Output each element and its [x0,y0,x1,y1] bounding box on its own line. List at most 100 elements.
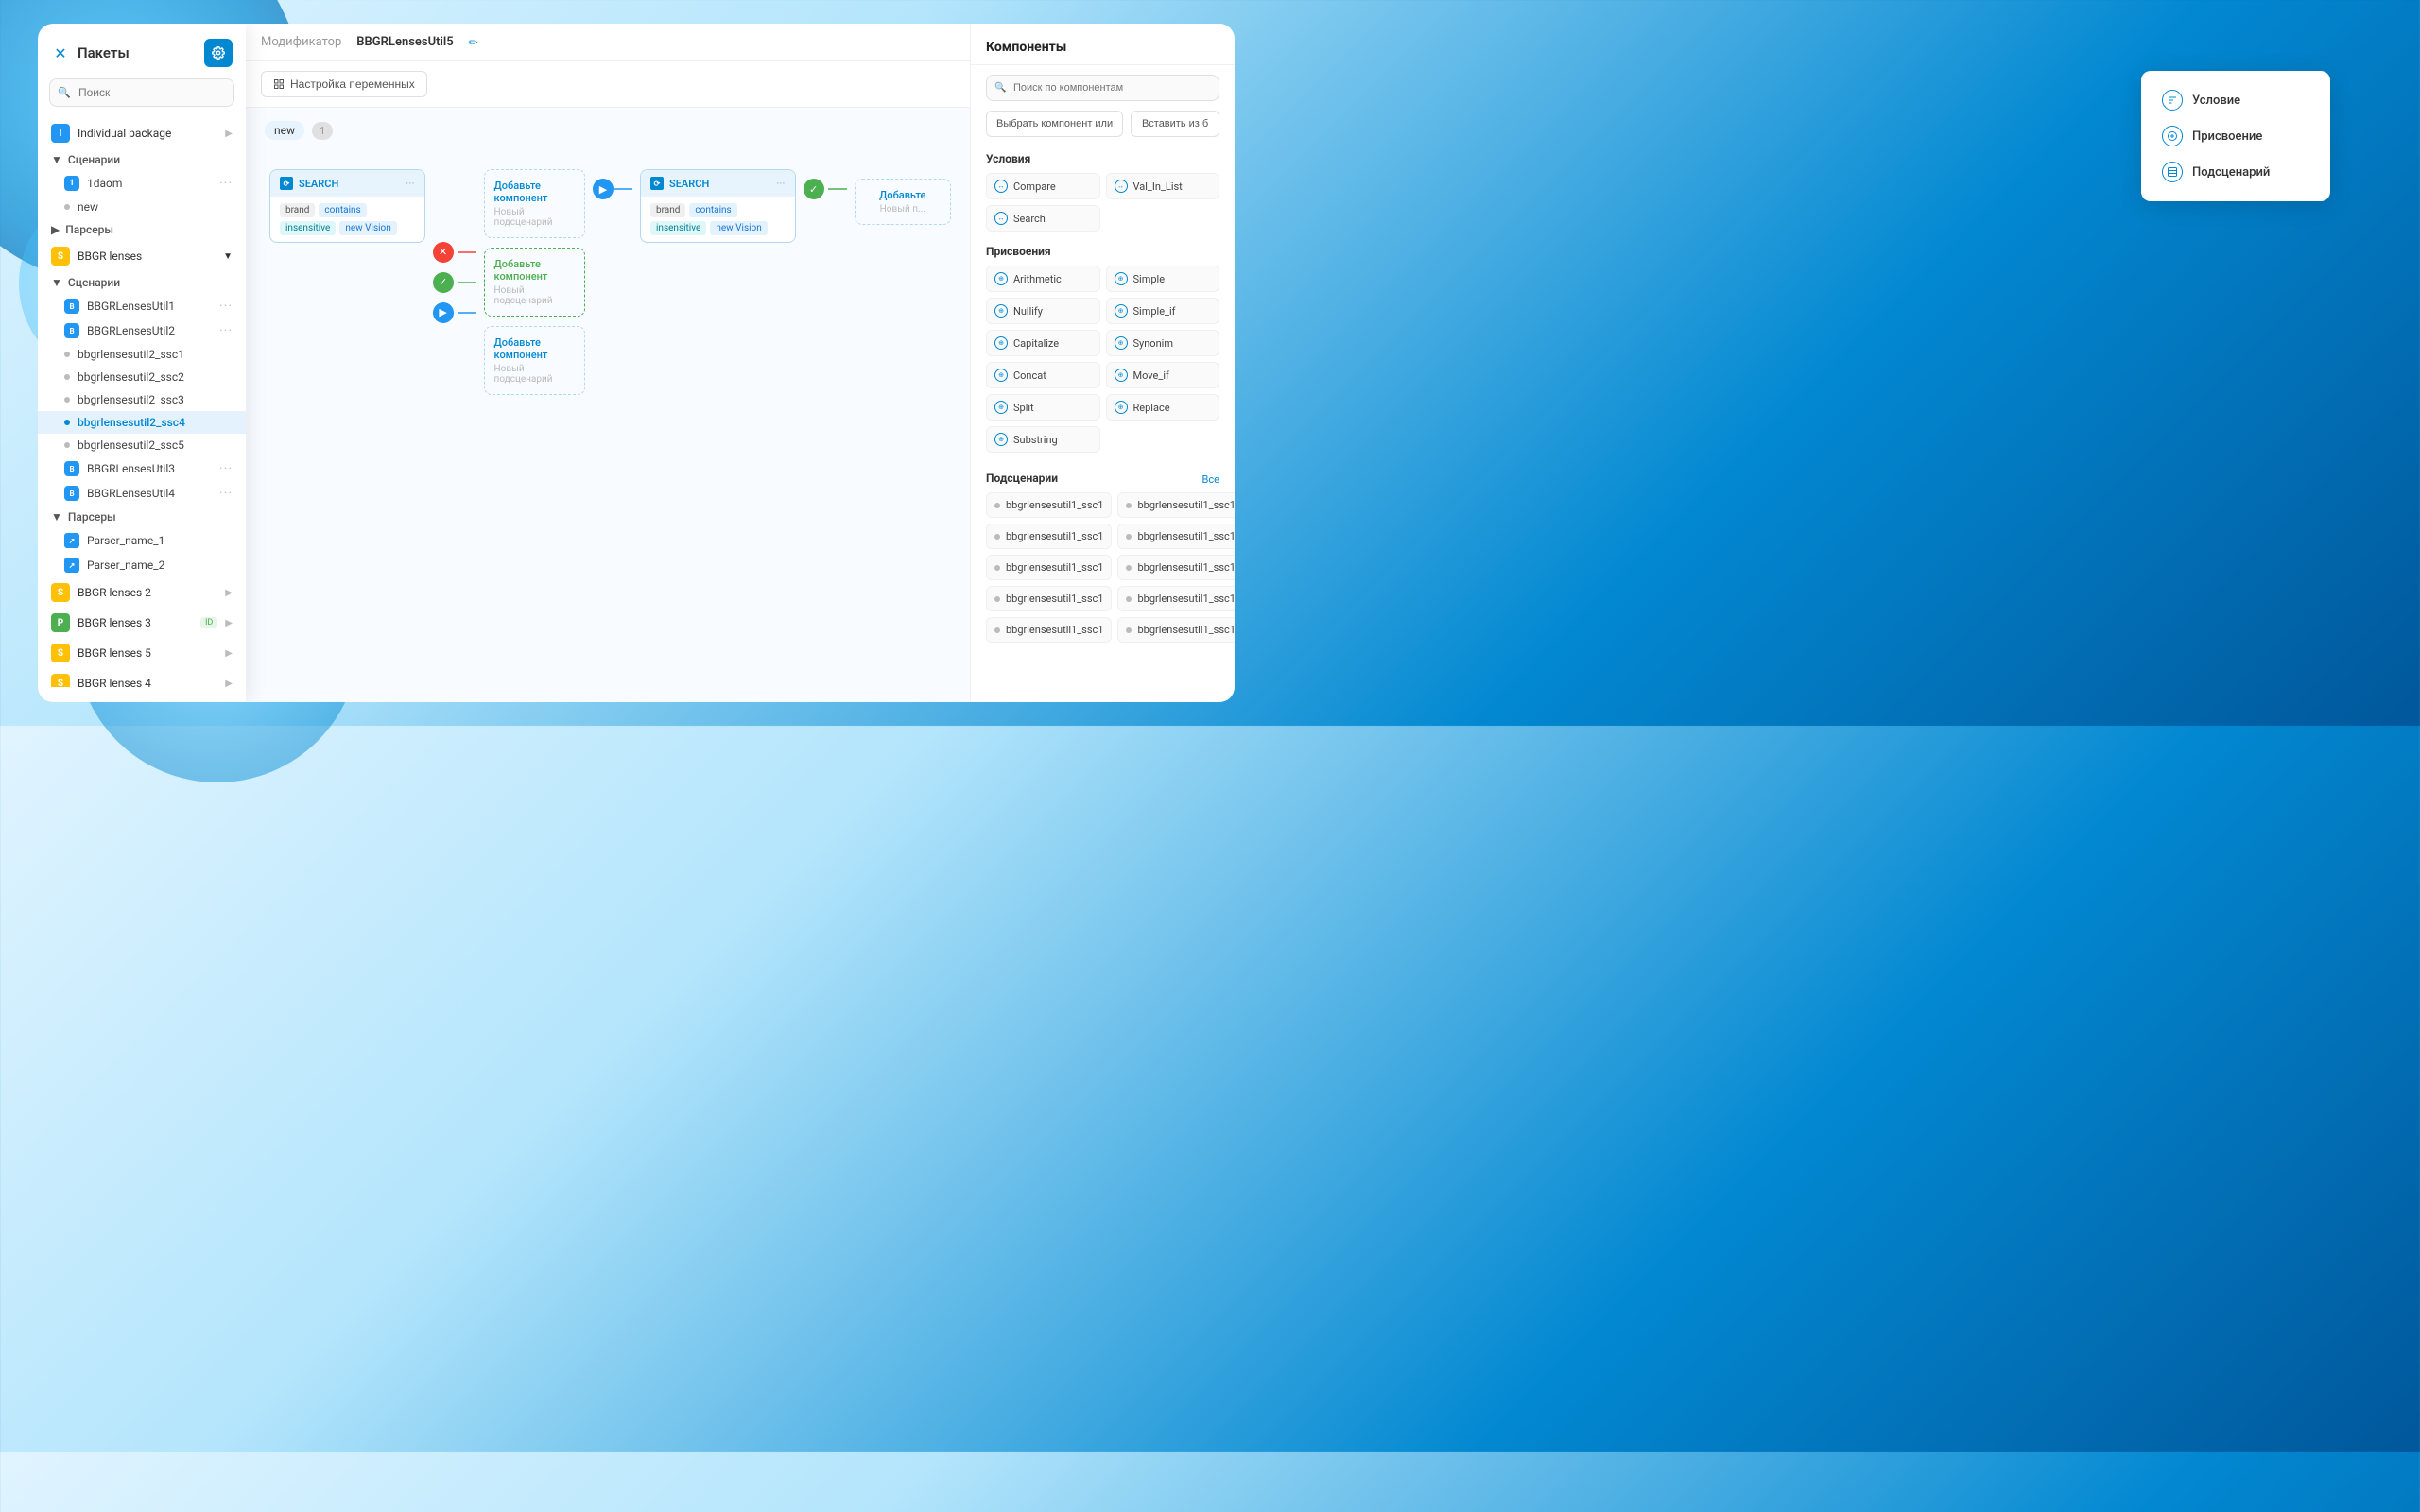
bbgrlensesutil3-dots[interactable]: ··· [219,461,233,476]
component-capitalize[interactable]: ⊕ Capitalize [986,330,1100,356]
canvas-tab-new[interactable]: new [265,121,304,140]
bbgr-lenses-3-item[interactable]: P BBGR lenses 3 ID ▶ [38,608,246,638]
add-node-3[interactable]: Добавьте компонент Новый подсценарий [484,326,585,395]
ssc2-label: bbgrlensesutil2_ssc2 [78,370,233,384]
bbgr-lenses-2-item[interactable]: S BBGR lenses 2 ▶ [38,577,246,608]
component-search[interactable]: ↔ Search [986,205,1100,232]
bbgrlensesutil1-dots[interactable]: ··· [219,299,233,314]
sidebar-item-1daom[interactable]: 1 1daom ··· [38,171,246,196]
subscenario-item-4[interactable]: bbgrlensesutil1_ssc1 [1117,524,1235,549]
subscenario-item-5[interactable]: bbgrlensesutil1_ssc1 [986,555,1112,580]
add-node-4-title: Добавьте [879,189,925,201]
search-node-1-menu[interactable]: ··· [406,177,414,190]
bbgr-lenses-5-icon: S [51,644,70,662]
sidebar-item-parser2[interactable]: ↗ Parser_name_2 [38,553,246,577]
sidebar-item-ssc5[interactable]: bbgrlensesutil2_ssc5 [38,434,246,456]
parsers-label-1: Парсеры [65,223,113,236]
sidebar-item-ssc2[interactable]: bbgrlensesutil2_ssc2 [38,366,246,388]
settings-button[interactable] [204,39,233,67]
sidebar-item-bbgrlensesutil4[interactable]: B BBGRLensesUtil4 ··· [38,481,246,506]
subscenario-item-2[interactable]: bbgrlensesutil1_ssc1 [1117,492,1235,518]
individual-package-item[interactable]: I Individual package ▶ [38,118,246,148]
sidebar-item-bbgrlensesutil1[interactable]: B BBGRLensesUtil1 ··· [38,294,246,318]
subscenario-label-6: bbgrlensesutil1_ssc1 [1137,561,1235,574]
connector-red: ✕ [433,242,476,263]
subscenario-item-6[interactable]: bbgrlensesutil1_ssc1 [1117,555,1235,580]
component-replace[interactable]: ⊕ Replace [1106,394,1220,421]
subscenarios-section: Подсценарии Все bbgrlensesutil1_ssc1 bbg… [986,466,1219,643]
subscenario-item-8[interactable]: bbgrlensesutil1_ssc1 [1117,586,1235,611]
add-node-4[interactable]: Добавьте Новый п... [855,179,951,225]
search-node-2-menu[interactable]: ··· [776,177,785,190]
subscenario-item-1[interactable]: bbgrlensesutil1_ssc1 [986,492,1112,518]
component-arithmetic[interactable]: ⊕ Arithmetic [986,266,1100,292]
sidebar-item-ssc3[interactable]: bbgrlensesutil2_ssc3 [38,388,246,411]
component-split[interactable]: ⊕ Split [986,394,1100,421]
tag-newvision-2: new Vision [710,221,767,235]
green-arrow-btn-2[interactable]: ✓ [804,179,824,199]
subscenario-item-7[interactable]: bbgrlensesutil1_ssc1 [986,586,1112,611]
search-node-2-label: SEARCH [669,178,709,190]
sidebar-item-bbgrlensesutil3[interactable]: B BBGRLensesUtil3 ··· [38,456,246,481]
dropdown-subscenario[interactable]: Подсценарий [2156,154,2315,190]
subscenario-item-10[interactable]: bbgrlensesutil1_ssc1 [1117,617,1235,643]
component-substring[interactable]: ⊕ Substring [986,426,1100,453]
assignment-label: Присвоение [2192,129,2262,144]
sidebar-item-new[interactable]: new [38,196,246,218]
dropdown-assignment[interactable]: Присвоение [2156,118,2315,154]
green-arrow-btn[interactable]: ✓ [433,272,454,293]
bbgrlensesutil2-dots[interactable]: ··· [219,323,233,338]
bbgr-lenses-5-item[interactable]: S BBGR lenses 5 ▶ [38,638,246,668]
parsers-chevron-1: ▶ [51,223,60,236]
bbgr-lenses-3-arrow: ▶ [225,618,233,628]
component-simple[interactable]: ⊕ Simple [1106,266,1220,292]
blue-arrow-btn[interactable]: ▶ [433,302,454,323]
see-all-link[interactable]: Все [1202,473,1219,486]
add-node-1[interactable]: Добавьте компонент Новый подсценарий [484,169,585,238]
add-node-2[interactable]: Добавьте компонент Новый подсценарий [484,248,585,317]
insert-button[interactable]: Вставить из б [1131,111,1219,137]
var-settings-button[interactable]: Настройка переменных [261,71,427,97]
sidebar-item-ssc1[interactable]: bbgrlensesutil2_ssc1 [38,343,246,366]
close-button[interactable]: ✕ [51,43,70,62]
1daom-dots[interactable]: ··· [219,176,233,191]
dropdown-condition[interactable]: Условие [2156,82,2315,118]
bbgr-lenses-package[interactable]: S BBGR lenses ▼ [38,241,246,271]
bbgrlensesutil4-dots[interactable]: ··· [219,486,233,501]
sidebar-item-parser1[interactable]: ↗ Parser_name_1 [38,528,246,553]
bbgr-lenses-4-item[interactable]: S BBGR lenses 4 ▶ [38,668,246,687]
component-val-in-list[interactable]: ↔ Val_In_List [1106,173,1220,199]
component-move-if[interactable]: ⊕ Move_if [1106,362,1220,388]
sidebar-item-bbgrlensesutil2[interactable]: B BBGRLensesUtil2 ··· [38,318,246,343]
simple-icon: ⊕ [1115,272,1128,285]
right-panel-search-input[interactable] [986,75,1219,101]
concat-icon: ⊕ [994,369,1008,382]
arithmetic-icon: ⊕ [994,272,1008,285]
sidebar-search-input[interactable] [49,78,234,107]
parsers-section-1[interactable]: ▶ Парсеры [38,218,246,241]
subscenario-label-10: bbgrlensesutil1_ssc1 [1137,624,1235,636]
search-node-1: ⟳ SEARCH ··· brand contains insensitive … [269,169,425,243]
condition-label: Условие [2192,94,2240,108]
component-nullify[interactable]: ⊕ Nullify [986,298,1100,324]
subscenario-dropdown-label: Подсценарий [2192,165,2270,180]
scenarios-section-1[interactable]: ▼ Сценарии [38,148,246,171]
component-simple-if[interactable]: ⊕ Simple_if [1106,298,1220,324]
component-compare[interactable]: ↔ Compare [986,173,1100,199]
red-arrow-btn[interactable]: ✕ [433,242,454,263]
component-synonim[interactable]: ⊕ Synonim [1106,330,1220,356]
right-panel: Компоненты 🔍 Выбрать компонент или Встав… [970,24,1235,702]
sidebar-item-ssc4[interactable]: bbgrlensesutil2_ssc4 [38,411,246,434]
sidebar-search: 🔍 [49,78,234,107]
subscenario-item-9[interactable]: bbgrlensesutil1_ssc1 [986,617,1112,643]
subscenario-item-3[interactable]: bbgrlensesutil1_ssc1 [986,524,1112,549]
component-concat[interactable]: ⊕ Concat [986,362,1100,388]
subscenario-label-5: bbgrlensesutil1_ssc1 [1006,561,1103,574]
bbgr-parsers-section[interactable]: ▼ Парсеры [38,506,246,528]
parser1-label: Parser_name_1 [87,534,233,547]
select-component-button[interactable]: Выбрать компонент или [986,111,1123,137]
edit-icon[interactable]: ✏ [469,36,478,49]
blue-arrow-btn-2[interactable]: ▶ [593,179,614,199]
bbgr-scenarios-section[interactable]: ▼ Сценарии [38,271,246,294]
right-panel-search: 🔍 [986,75,1219,101]
